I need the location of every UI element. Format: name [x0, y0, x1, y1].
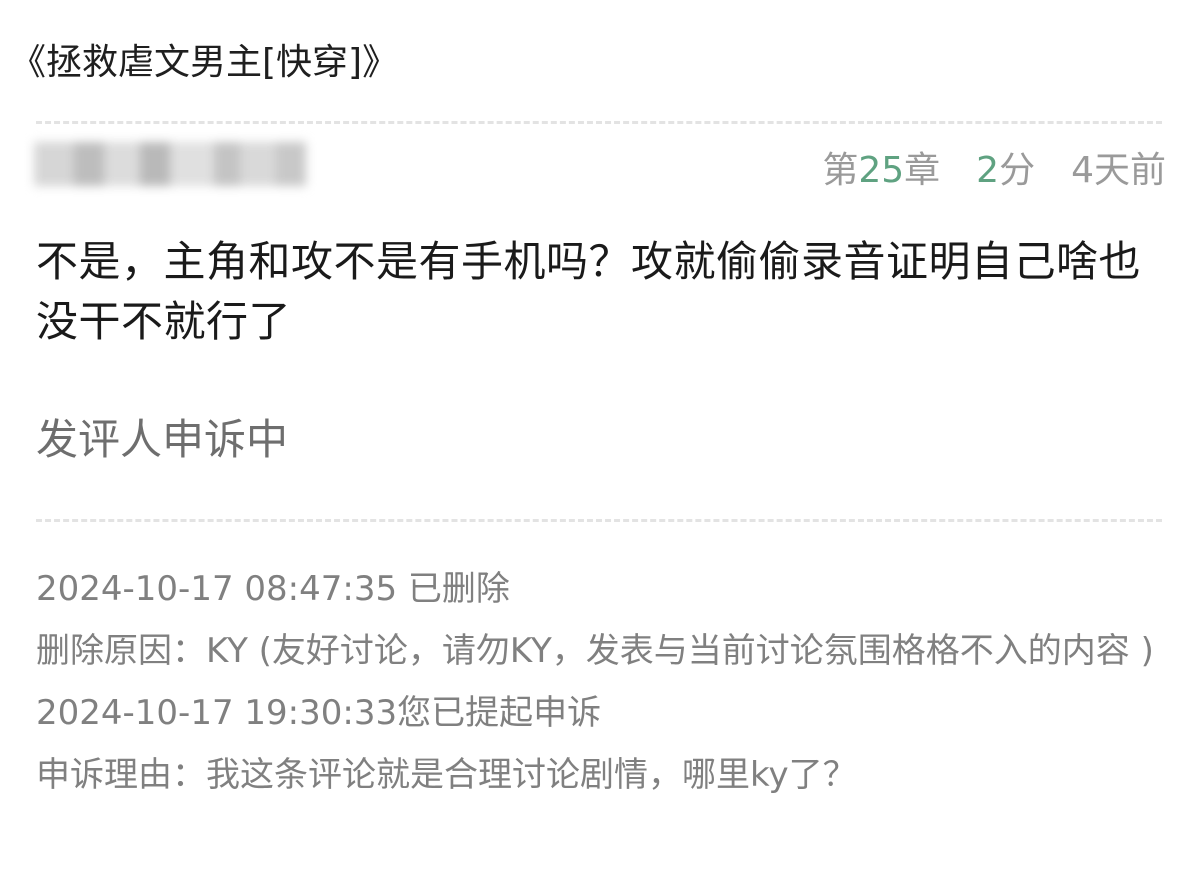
chapter-number: 25	[858, 150, 905, 191]
divider-middle	[36, 519, 1162, 522]
score-value: 2	[976, 150, 1000, 191]
score-unit: 分	[999, 150, 1036, 191]
comment-time: 4天前	[1071, 150, 1166, 191]
book-title[interactable]: 《拯救虐文男主[快穿]》	[10, 38, 398, 88]
deleted-timestamp: 2024-10-17 08:47:35 已删除	[36, 569, 510, 609]
moderation-log: 2024-10-17 08:47:35 已删除 删除原因：KY (友好讨论，请勿…	[36, 558, 1176, 806]
chapter-prefix: 第	[822, 150, 859, 191]
appeal-timestamp: 2024-10-17 19:30:33您已提起申诉	[36, 693, 602, 733]
delete-reason: 删除原因：KY (友好讨论，请勿KY，发表与当前讨论氛围格格不入的内容 )	[36, 631, 1154, 671]
comment-body: 不是，主角和攻不是有手机吗？攻就偷偷录音证明自己啥也没干不就行了	[36, 237, 1142, 346]
username-obscured	[34, 142, 306, 186]
appeal-status: 发评人申诉中	[36, 415, 289, 464]
chapter-link[interactable]: 第25章	[822, 141, 940, 193]
comment-score: 2分	[976, 141, 1035, 193]
appeal-reason: 申诉理由：我这条评论就是合理讨论剧情，哪里ky了？	[36, 755, 857, 795]
comment-meta: 第25章 2分 4天前	[822, 142, 1166, 192]
divider-top	[36, 121, 1162, 124]
chapter-suffix: 章	[904, 150, 941, 191]
